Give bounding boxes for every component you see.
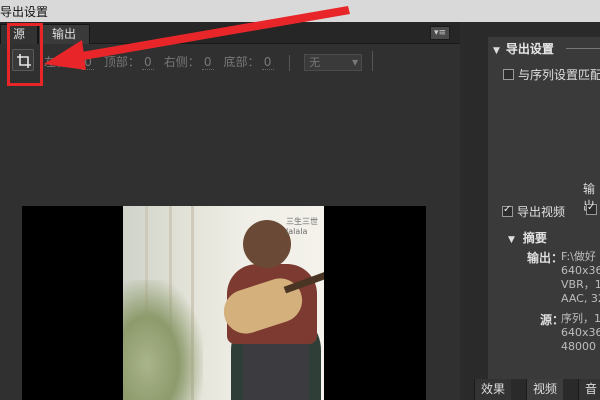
crop-bottom-label: 底部： <box>223 55 260 69</box>
person-legs <box>243 338 309 400</box>
summary-source-line: 640x360 <box>561 326 600 339</box>
crop-toolbar: 左侧： 0 顶部： 0 右侧： 0 底部： 0 无 ▼ <box>0 46 460 74</box>
export-video-label: 导出视频 <box>517 205 566 219</box>
summary-source-line: 序列，1 <box>561 312 600 325</box>
hamburger-menu-icon[interactable]: ▾≡ <box>430 26 450 40</box>
triangle-down-icon: ▼ <box>508 235 515 245</box>
bottom-tabs: 效果 视频 音 <box>470 379 600 400</box>
section-divider <box>566 48 600 49</box>
crop-icon <box>17 54 31 68</box>
summary-output-line: AAC, 32 <box>561 292 600 305</box>
summary-output-line: VBR，1 <box>561 278 600 291</box>
summary-source-line: 48000 H <box>561 340 600 353</box>
export-video-checkbox[interactable] <box>502 204 513 217</box>
export-settings-header[interactable]: ▼ 导出设置 <box>493 40 554 56</box>
crop-left-input[interactable]: 0 <box>82 55 95 70</box>
export-audio-row[interactable] <box>586 202 600 219</box>
crop-bottom-input[interactable]: 0 <box>261 55 274 70</box>
crop-ratio-select[interactable]: 无 ▼ <box>304 54 363 71</box>
tab-output[interactable]: 输出 <box>38 24 90 44</box>
toolbar-divider-right <box>372 51 373 71</box>
crop-top-label: 顶部： <box>103 55 140 69</box>
tab-video[interactable]: 视频 <box>526 379 564 400</box>
panel-tabs: 源 输出 ▾≡ <box>0 22 460 44</box>
crop-fields: 左侧： 0 顶部： 0 右侧： 0 底部： 0 无 ▼ <box>44 53 363 71</box>
window-title: 导出设置 <box>0 5 49 19</box>
summary-title: 摘要 <box>522 231 547 245</box>
video-frame: 三生三世 lalala <box>123 206 324 400</box>
crop-right-field: 右侧： 0 <box>164 53 214 70</box>
export-video-row[interactable]: 导出视频 <box>502 203 565 219</box>
plant <box>123 280 203 400</box>
crop-bottom-field: 底部： 0 <box>224 53 274 70</box>
export-settings-title: 导出设置 <box>505 42 554 56</box>
crop-left-label: 左侧： <box>44 55 81 69</box>
person-head <box>243 220 291 268</box>
summary-output-line: 640x360 <box>561 264 600 277</box>
crop-button[interactable] <box>12 49 34 71</box>
window-titlebar: 导出设置 <box>0 0 600 22</box>
summary-output-label: 输出： <box>527 251 564 265</box>
crop-top-input[interactable]: 0 <box>141 55 154 70</box>
video-preview: 三生三世 lalala <box>22 206 426 400</box>
match-sequence-row[interactable]: 与序列设置匹配 <box>503 66 600 82</box>
crop-ratio-value: 无 <box>309 56 321 69</box>
toolbar-divider <box>289 54 291 71</box>
video-watermark: 三生三世 lalala <box>286 217 318 236</box>
tab-effects[interactable]: 效果 <box>474 379 512 400</box>
tab-source[interactable]: 源 <box>0 24 38 44</box>
tab-audio[interactable]: 音 <box>578 379 600 400</box>
crop-left-field: 左侧： 0 <box>44 53 95 70</box>
crop-right-input[interactable]: 0 <box>201 55 214 70</box>
summary-output-line: F:\做好 <box>561 250 596 263</box>
export-audio-checkbox[interactable] <box>586 202 597 215</box>
triangle-down-icon: ▼ <box>493 46 500 56</box>
crop-right-label: 右侧： <box>163 55 200 69</box>
crop-top-field: 顶部： 0 <box>104 53 154 70</box>
chevron-down-icon: ▼ <box>352 58 359 67</box>
summary-header[interactable]: ▼ 摘要 <box>508 229 547 246</box>
match-sequence-label: 与序列设置匹配 <box>518 68 600 82</box>
match-sequence-checkbox[interactable] <box>503 69 514 80</box>
